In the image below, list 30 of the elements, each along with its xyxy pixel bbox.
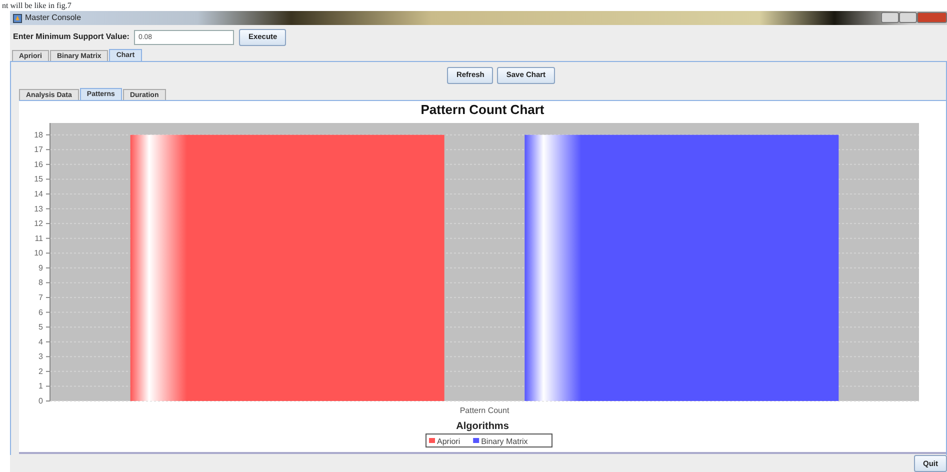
document-caption: nt will be like in fig.7	[2, 0, 72, 11]
y-tick-label: 0	[38, 396, 43, 406]
y-tick-label: 13	[34, 204, 43, 214]
y-tick-label: 15	[34, 174, 43, 184]
y-tick-label: 2	[38, 366, 43, 376]
window-title: Master Console	[25, 12, 82, 24]
y-tick-label: 16	[34, 160, 43, 169]
y-tick-label: 11	[34, 234, 43, 243]
y-tick-label: 6	[38, 308, 43, 317]
maximize-button[interactable]	[899, 12, 917, 23]
y-tick-label: 9	[38, 263, 43, 272]
y-tick-label: 8	[38, 278, 43, 288]
legend-label: Binary Matrix	[481, 437, 528, 446]
y-tick-label: 1	[38, 382, 43, 391]
y-tick-label: 3	[38, 352, 43, 362]
y-tick-label: 14	[34, 189, 43, 198]
y-tick-label: 4	[38, 337, 43, 346]
x-axis-label: Algorithms	[456, 421, 509, 432]
app-icon	[13, 14, 22, 22]
y-tick-label: 12	[34, 219, 43, 228]
y-tick-label: 10	[34, 248, 43, 258]
chart-title: Pattern Count Chart	[420, 102, 544, 117]
minimize-button[interactable]	[881, 12, 899, 23]
legend-label: Apriori	[437, 437, 460, 446]
y-tick-label: 17	[34, 145, 43, 154]
y-tick-label: 7	[38, 293, 43, 302]
y-tick-label: 18	[34, 130, 43, 140]
x-tick-label: Pattern Count	[460, 406, 510, 415]
support-label: Enter Minimum Support Value:	[13, 31, 130, 43]
y-tick-label: 5	[38, 322, 43, 332]
